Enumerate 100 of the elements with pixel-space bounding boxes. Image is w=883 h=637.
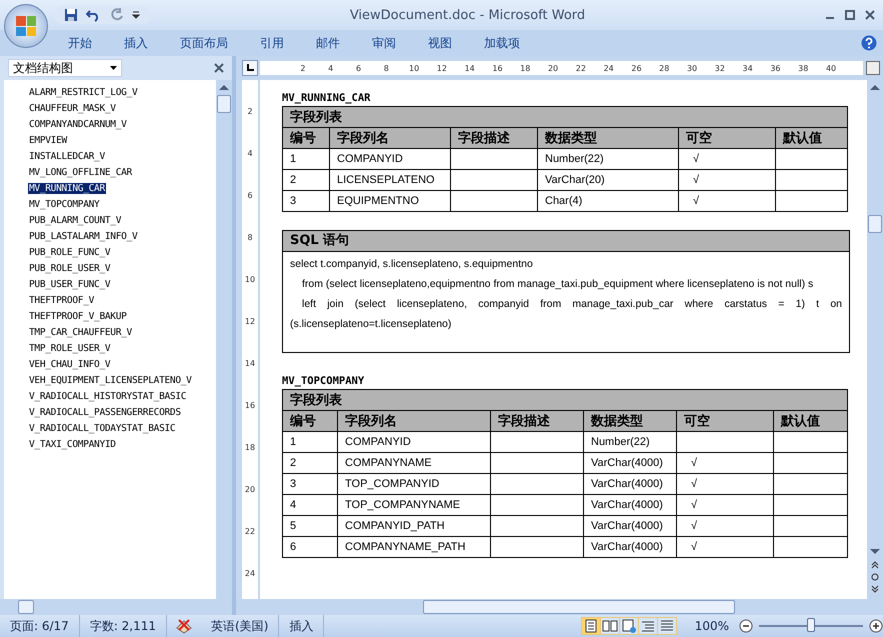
scrollbar-thumb[interactable] — [18, 600, 34, 614]
table-cell: √ — [676, 452, 774, 474]
outline-item[interactable]: PUB_ROLE_USER_V — [28, 262, 112, 274]
vertical-ruler: 2 4 6 8 10 12 14 16 18 20 22 24 — [242, 80, 258, 599]
outline-item[interactable]: TMP_ROLE_USER_V — [28, 342, 112, 354]
table-cell: Char(4) — [538, 190, 678, 212]
outline-item[interactable]: V_RADIOCALL_PASSENGERRECORDS — [28, 406, 182, 418]
close-icon[interactable] — [865, 10, 875, 20]
outline-item[interactable]: V_RADIOCALL_TODAYSTAT_BASIC — [28, 422, 176, 434]
table-cell: √ — [678, 148, 776, 170]
table-cell: Number(22) — [538, 148, 678, 170]
table-cell: 3 — [282, 190, 330, 212]
window-title: ViewDocument.doc - Microsoft Word — [348, 8, 586, 22]
zoom-in-icon[interactable] — [869, 619, 883, 633]
column-header: 可空 — [676, 410, 774, 432]
table-cell: 5 — [282, 516, 338, 536]
column-header: 数据类型 — [538, 128, 678, 148]
proofing-icon[interactable] — [175, 618, 194, 634]
sql-line: from (select licenseplateno,equipmentno from manage_taxi.pub_equipment where licenseplateno is not null) s — [301, 277, 814, 292]
table-caption: 字段列表 — [282, 106, 848, 128]
page-count[interactable]: 页面: 6/17 — [0, 615, 80, 637]
vertical-scrollbar[interactable] — [216, 80, 232, 599]
table-cell: 2 — [282, 170, 330, 190]
language-indicator[interactable]: 英语(美国) — [201, 615, 280, 637]
dropdown-icon[interactable] — [132, 11, 140, 19]
word-count[interactable]: 字数: 2,111 — [80, 615, 168, 637]
table-cell: √ — [678, 190, 776, 212]
outline-item[interactable]: PUB_USER_FUNC_V — [28, 278, 112, 290]
ribbon-tab[interactable]: 审阅 — [356, 34, 412, 52]
outline-view-icon[interactable] — [638, 618, 657, 634]
ribbon-tab[interactable]: 引用 — [244, 34, 300, 52]
web-layout-icon[interactable] — [620, 618, 638, 634]
reading-layout-icon[interactable] — [600, 618, 619, 634]
outline-item[interactable]: MV_TOPCOMPANY — [28, 198, 100, 210]
outline-item[interactable]: THEFTPROOF_V_BAKUP — [28, 310, 128, 322]
outline-item[interactable]: PUB_ALARM_COUNT_V — [28, 214, 122, 226]
table-caption: 字段列表 — [282, 390, 848, 410]
table-cell: VarChar(4000) — [584, 452, 676, 474]
column-header: 字段描述 — [450, 128, 538, 148]
outline-item[interactable]: VEH_EQUIPMENT_LICENSEPLATENO_V — [28, 374, 193, 386]
table-cell: 3 — [282, 474, 338, 494]
table-cell: VarChar(4000) — [584, 536, 676, 558]
table-cell: √ — [676, 494, 774, 516]
table-cell: TOP_COMPANYNAME — [338, 494, 490, 516]
draft-view-icon[interactable] — [658, 618, 676, 634]
outline-item[interactable]: V_RADIOCALL_HISTORYSTAT_BASIC — [28, 390, 188, 402]
slider-thumb[interactable] — [807, 618, 815, 632]
column-header: 编号 — [282, 410, 338, 432]
column-header: 字段列名 — [330, 128, 450, 148]
scrollbar-thumb[interactable] — [868, 215, 882, 233]
ribbon-tab[interactable]: 开始 — [52, 34, 108, 52]
outline-item[interactable]: PUB_ROLE_FUNC_V — [28, 246, 112, 258]
outline-item[interactable]: V_TAXI_COMPANYID — [28, 438, 117, 450]
zoom-level[interactable]: 100% — [684, 615, 739, 637]
insert-mode-indicator[interactable]: 插入 — [279, 615, 324, 637]
browse-buttons-icon[interactable] — [869, 559, 881, 595]
column-header: 字段描述 — [490, 410, 584, 432]
table-cell: √ — [676, 536, 774, 558]
outline-item[interactable]: PUB_LASTALARM_INFO_V — [28, 230, 138, 242]
outline-item[interactable]: MV_LONG_OFFLINE_CAR — [28, 166, 133, 178]
scrollbar-thumb[interactable] — [423, 600, 735, 614]
pane-dropdown[interactable]: 文档结构图 — [8, 59, 122, 77]
print-layout-icon[interactable] — [582, 618, 600, 634]
office-logo-button[interactable] — [4, 4, 48, 48]
outline-item[interactable]: CHAUFFEUR_MASK_V — [28, 102, 117, 114]
table-cell: √ — [676, 516, 774, 536]
ribbon-tab[interactable]: 页面布局 — [164, 34, 244, 52]
column-header: 编号 — [282, 128, 330, 148]
close-icon[interactable] — [214, 63, 224, 73]
outline-item[interactable]: ALARM_RESTRICT_LOG_V — [28, 86, 138, 98]
outline-item[interactable]: COMPANYANDCARNUM_V — [28, 118, 128, 130]
section-heading: MV_RUNNING_CAR — [282, 91, 372, 106]
scrollbar-thumb[interactable] — [217, 95, 231, 113]
table-cell: √ — [678, 170, 776, 190]
ribbon-tab[interactable]: 视图 — [412, 34, 468, 52]
ribbon-tab[interactable]: 插入 — [108, 34, 164, 52]
outline-item[interactable]: TMP_CAR_CHAUFFEUR_V — [28, 326, 133, 338]
help-icon[interactable] — [861, 35, 877, 51]
table-cell: EQUIPMENTNO — [330, 190, 450, 212]
table-cell: 1 — [282, 432, 338, 452]
tab-stop-icon[interactable] — [242, 60, 258, 76]
outline-item[interactable]: INSTALLEDCAR_V — [28, 150, 106, 162]
outline-item[interactable]: MV_RUNNING_CAR — [28, 182, 106, 194]
zoom-out-icon[interactable] — [739, 619, 753, 633]
outline-item[interactable]: VEH_CHAU_INFO_V — [28, 358, 112, 370]
table-cell: √ — [676, 474, 774, 494]
horizontal-scrollbar[interactable] — [0, 599, 232, 615]
table-cell — [776, 190, 848, 212]
maximize-icon[interactable] — [845, 10, 855, 20]
save-icon[interactable] — [64, 8, 78, 22]
table-cell: VarChar(4000) — [584, 474, 676, 494]
column-header: 字段列名 — [338, 410, 490, 432]
caret-icon[interactable] — [110, 66, 117, 70]
ribbon-tab[interactable]: 邮件 — [300, 34, 356, 52]
outline-item[interactable]: THEFTPROOF_V — [28, 294, 96, 306]
outline-item[interactable]: EMPVIEW — [28, 134, 68, 146]
ribbon-tab[interactable]: 加载项 — [468, 34, 536, 52]
column-header: 可空 — [678, 128, 776, 148]
sql-line: left join (select licenseplateno, companyid from manage_taxi.pub_car where carstatus = 1) t on (s.licenseplateno=t.licenseplateno) — [290, 297, 842, 332]
table-cell: VarChar(4000) — [584, 516, 676, 536]
